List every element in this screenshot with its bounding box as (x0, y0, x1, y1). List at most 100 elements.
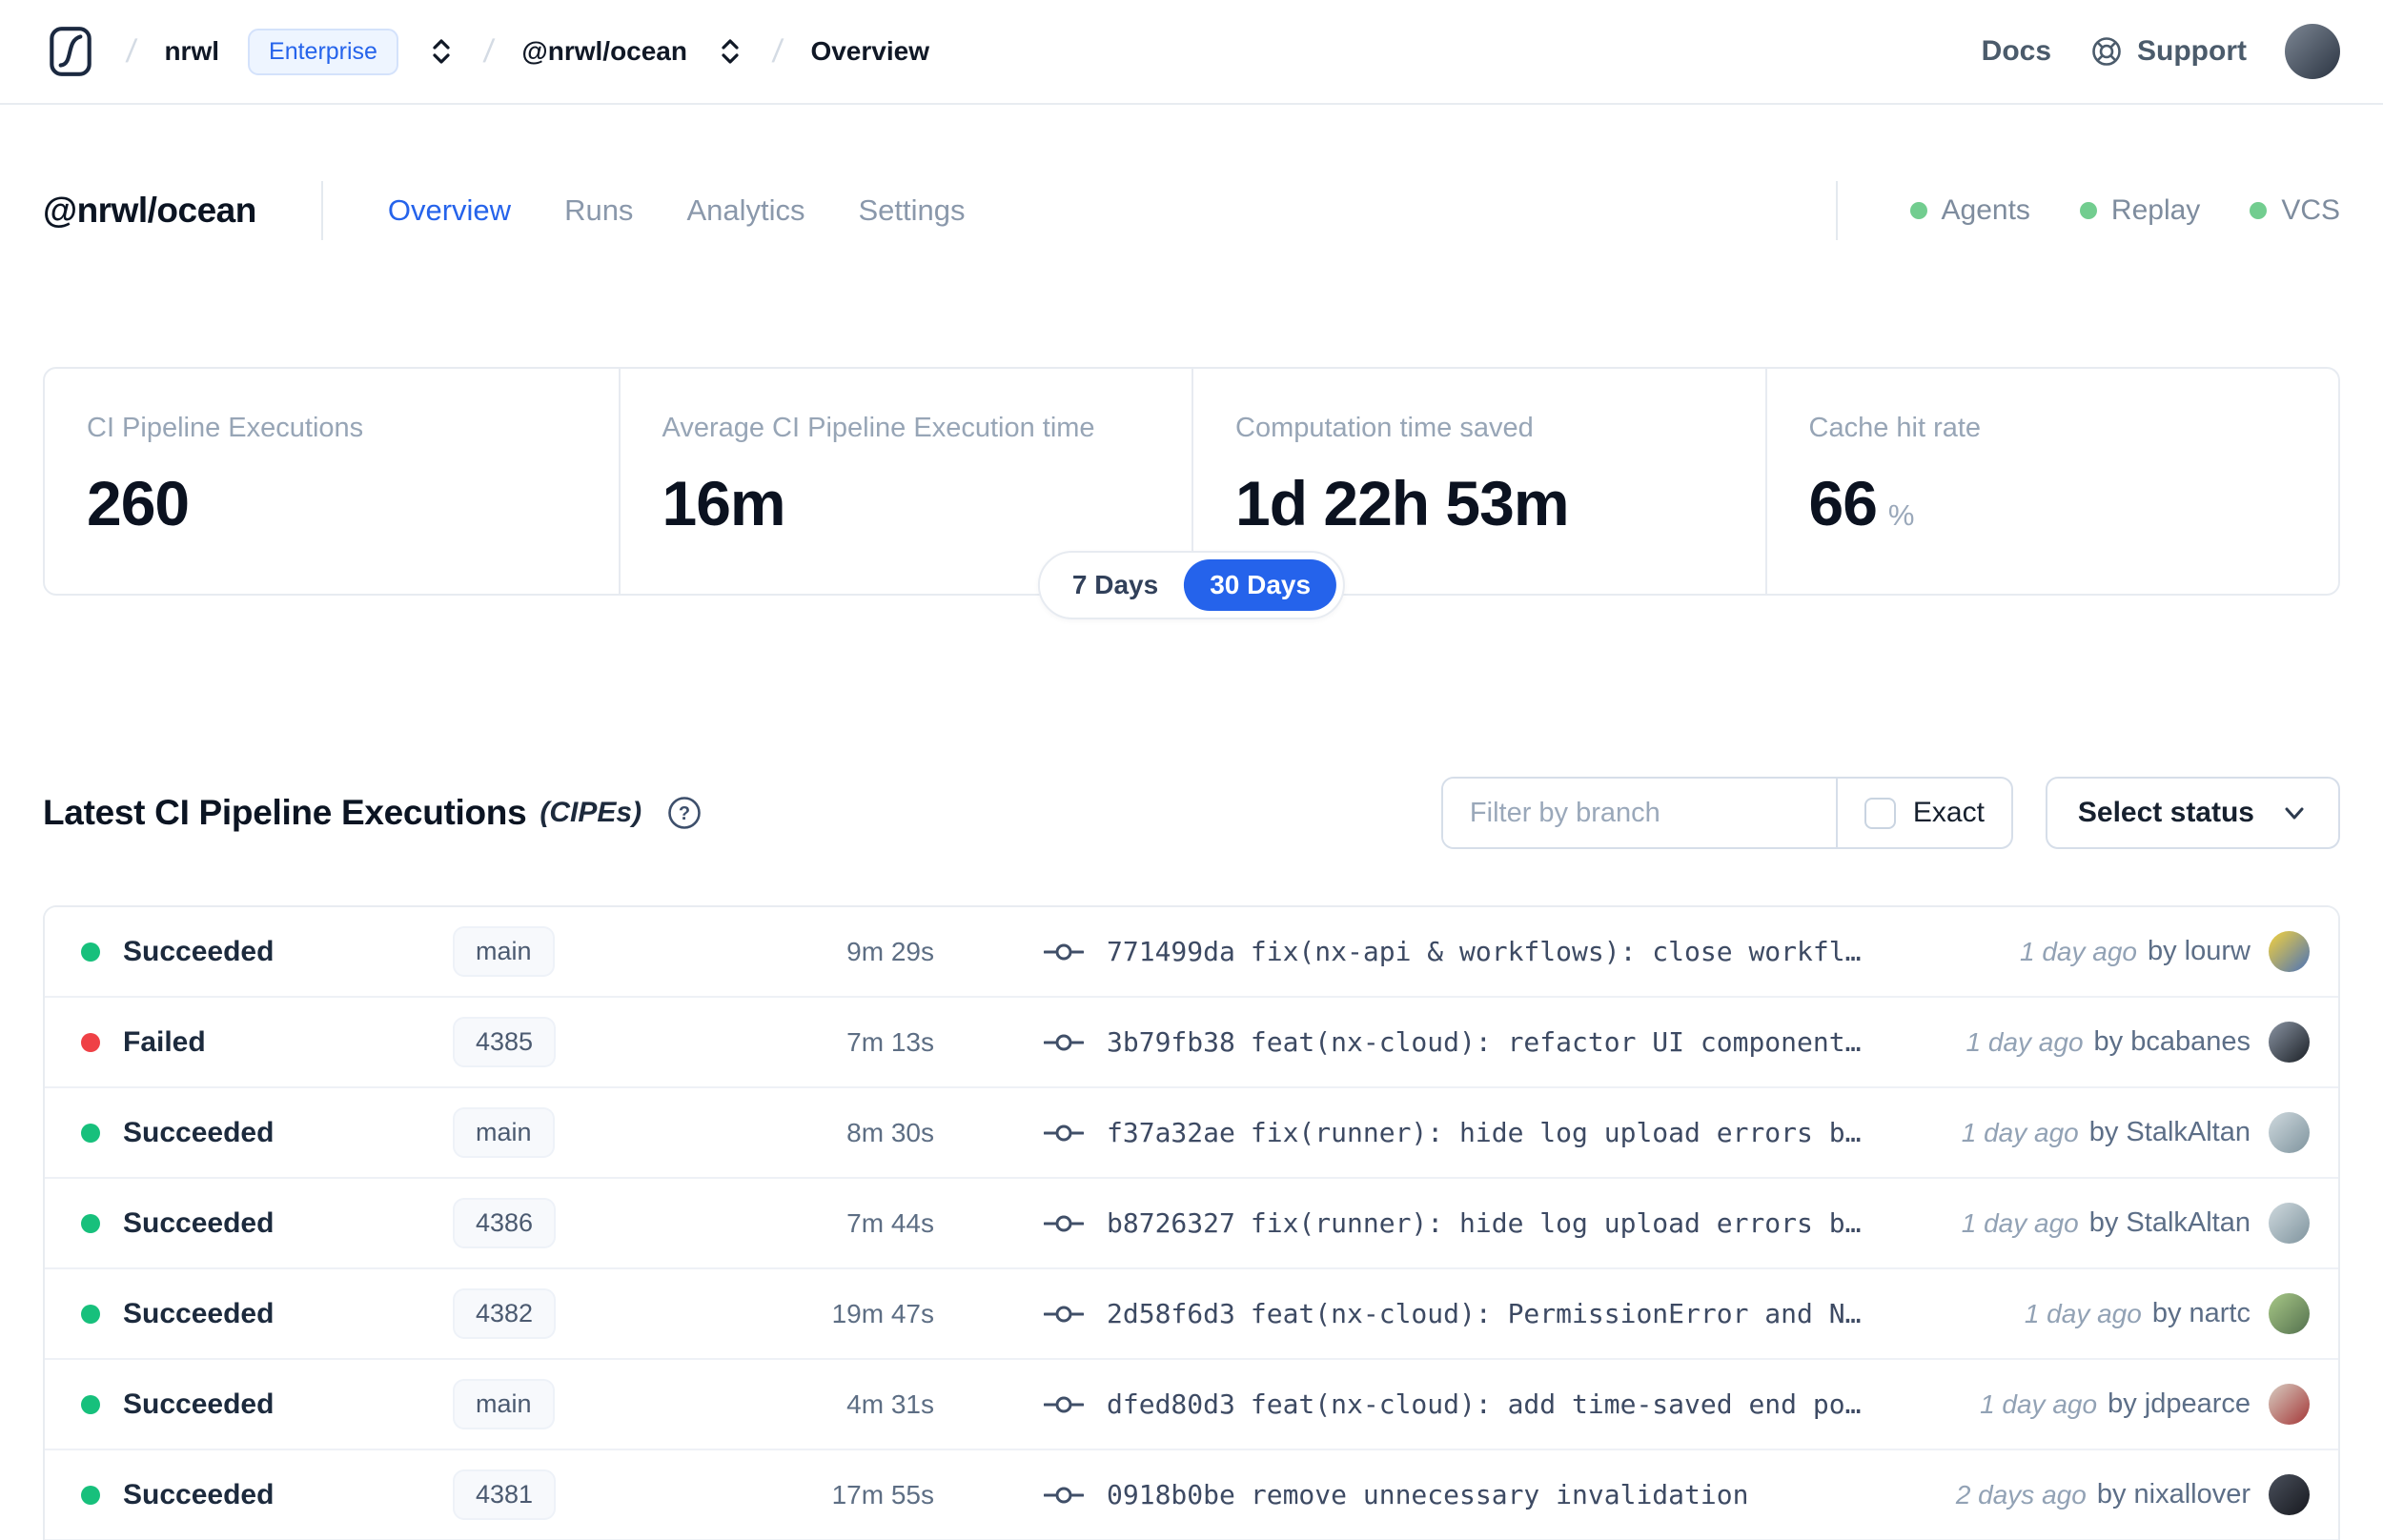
branch-cell: main (453, 1379, 710, 1429)
duration-cell: 9m 29s (846, 936, 934, 966)
stat-label: Cache hit rate (1808, 413, 1982, 443)
page-title: @nrwl/ocean (43, 191, 256, 230)
branch-badge: main (453, 1379, 555, 1429)
commit-text: 771499da fix(nx-api & workflows): close … (1107, 936, 1861, 967)
commit-text: f37a32ae fix(runner): hide log upload er… (1107, 1117, 1861, 1148)
nx-cloud-logo-icon[interactable] (43, 24, 98, 79)
row-meta: 1 day ago by StalkAltan (1962, 1112, 2310, 1153)
stat-label: CI Pipeline Executions (87, 413, 364, 443)
commit-cell: 0918b0be remove unnecessary invalidation (1044, 1479, 1956, 1510)
org-switcher-chevron-icon[interactable] (427, 34, 456, 69)
time-ago: 1 day ago (2024, 1298, 2142, 1328)
status-label: Succeeded (123, 1206, 275, 1239)
commit-cell: f37a32ae fix(runner): hide log upload er… (1044, 1117, 1962, 1148)
status-label: Succeeded (123, 935, 275, 967)
stat-value: 16m (662, 468, 786, 538)
cipe-row[interactable]: Succeeded main 9m 29s 771499da fix(nx-ap… (45, 907, 2338, 998)
git-commit-icon (1044, 1396, 1084, 1412)
stats-cards: CI Pipeline Executions 260 Average CI Pi… (43, 367, 2340, 619)
service-vcs[interactable]: VCS (2250, 194, 2340, 227)
support-label: Support (2137, 35, 2247, 67)
workspace-switcher-chevron-icon[interactable] (716, 34, 744, 69)
commit-hash: 0918b0be (1107, 1479, 1235, 1510)
status-cell: Succeeded (81, 936, 453, 968)
duration-cell: 8m 30s (846, 1117, 934, 1147)
commit-text: 2d58f6d3 feat(nx-cloud): PermissionError… (1107, 1298, 1861, 1329)
enterprise-badge: Enterprise (248, 28, 398, 75)
branch-badge: 4381 (453, 1469, 557, 1520)
breadcrumb-separator: / (124, 32, 139, 70)
time-ago: 1 day ago (1980, 1388, 2098, 1419)
service-agents[interactable]: Agents (1909, 194, 2030, 227)
commit-cell: 3b79fb38 feat(nx-cloud): refactor UI com… (1044, 1026, 1966, 1058)
status-select-label: Select status (2077, 797, 2254, 828)
commit-message: fix(runner): hide log upload errors b… (1250, 1207, 1862, 1239)
status-dot-icon (81, 1394, 100, 1414)
tab-runs[interactable]: Runs (564, 193, 633, 228)
stat-value: 66 (1808, 468, 1878, 538)
status-dot-icon (81, 1032, 100, 1052)
service-label: Replay (2110, 194, 2201, 226)
status-label: Failed (123, 1025, 206, 1058)
status-label: Succeeded (123, 1478, 275, 1510)
workspace-header: @nrwl/ocean Overview Runs Analytics Sett… (43, 176, 2340, 245)
avatar (2269, 1203, 2310, 1244)
status-label: Succeeded (123, 1388, 275, 1420)
help-icon[interactable]: ? (666, 795, 703, 831)
cipe-row[interactable]: Succeeded 4386 7m 44s b8726327 fix(runne… (45, 1179, 2338, 1269)
avatar (2269, 1384, 2310, 1425)
divider (1835, 181, 1838, 240)
exact-match-toggle[interactable]: Exact (1838, 779, 2011, 847)
cipe-table: Succeeded main 9m 29s 771499da fix(nx-ap… (43, 905, 2340, 1540)
service-replay[interactable]: Replay (2079, 194, 2201, 227)
row-meta: 1 day ago by jdpearce (1980, 1384, 2310, 1425)
filter-controls: Exact Select status (1440, 777, 2340, 849)
cipe-row[interactable]: Succeeded main 8m 30s f37a32ae fix(runne… (45, 1088, 2338, 1179)
stat-label: Computation time saved (1235, 413, 1534, 443)
tab-analytics[interactable]: Analytics (686, 193, 805, 228)
branch-filter-group: Exact (1440, 777, 2013, 849)
branch-badge: 4385 (453, 1017, 557, 1067)
user-avatar[interactable] (2285, 24, 2340, 79)
chevron-down-icon (2285, 807, 2304, 820)
branch-badge: main (453, 926, 555, 977)
branch-filter-input[interactable] (1442, 779, 1836, 847)
docs-link[interactable]: Docs (1982, 35, 2051, 68)
support-link[interactable]: Support (2089, 34, 2247, 69)
cipe-section-header: Latest CI Pipeline Executions (CIPEs) ? … (43, 777, 2340, 849)
date-range-toggle: 7 Days 30 Days (1037, 551, 1346, 619)
breadcrumb-page: Overview (810, 36, 929, 66)
exact-checkbox[interactable] (1864, 797, 1896, 829)
commit-text: 3b79fb38 feat(nx-cloud): refactor UI com… (1107, 1026, 1861, 1058)
branch-cell: 4381 (453, 1469, 710, 1520)
commit-message: fix(runner): hide log upload errors b… (1250, 1117, 1862, 1148)
git-commit-icon (1044, 1487, 1084, 1503)
cipe-row[interactable]: Failed 4385 7m 13s 3b79fb38 feat(nx-clou… (45, 998, 2338, 1088)
status-select-dropdown[interactable]: Select status (2045, 777, 2340, 849)
status-dot-icon (2079, 202, 2097, 219)
range-7-days[interactable]: 7 Days (1047, 559, 1184, 611)
breadcrumb-workspace[interactable]: @nrwl/ocean (521, 36, 687, 67)
duration-cell: 7m 13s (846, 1026, 934, 1057)
commit-cell: dfed80d3 feat(nx-cloud): add time-saved … (1044, 1388, 1980, 1420)
avatar (2269, 1474, 2310, 1515)
duration-cell: 7m 44s (846, 1207, 934, 1238)
author-label: by nartc (2151, 1298, 2251, 1328)
tab-settings[interactable]: Settings (858, 193, 965, 228)
exact-label[interactable]: Exact (1913, 797, 1985, 829)
time-ago: 2 days ago (1955, 1479, 2087, 1510)
avatar (2269, 1293, 2310, 1334)
cipe-row[interactable]: Succeeded 4381 17m 55s 0918b0be remove u… (45, 1450, 2338, 1540)
breadcrumb-org[interactable]: nrwl (164, 36, 219, 67)
git-commit-icon (1044, 1215, 1084, 1231)
cipe-row[interactable]: Succeeded 4382 19m 47s 2d58f6d3 feat(nx-… (45, 1269, 2338, 1360)
status-cell: Succeeded (81, 1388, 453, 1421)
duration-cell: 4m 31s (846, 1388, 934, 1419)
stat-cache-hit-rate: Cache hit rate 66% (1764, 369, 2339, 594)
row-meta: 2 days ago by nixallover (1956, 1474, 2310, 1515)
author-label: by jdpearce (2108, 1388, 2251, 1419)
commit-cell: b8726327 fix(runner): hide log upload er… (1044, 1207, 1962, 1239)
range-30-days[interactable]: 30 Days (1184, 559, 1337, 611)
cipe-row[interactable]: Succeeded main 4m 31s dfed80d3 feat(nx-c… (45, 1360, 2338, 1450)
tab-overview[interactable]: Overview (388, 193, 511, 228)
